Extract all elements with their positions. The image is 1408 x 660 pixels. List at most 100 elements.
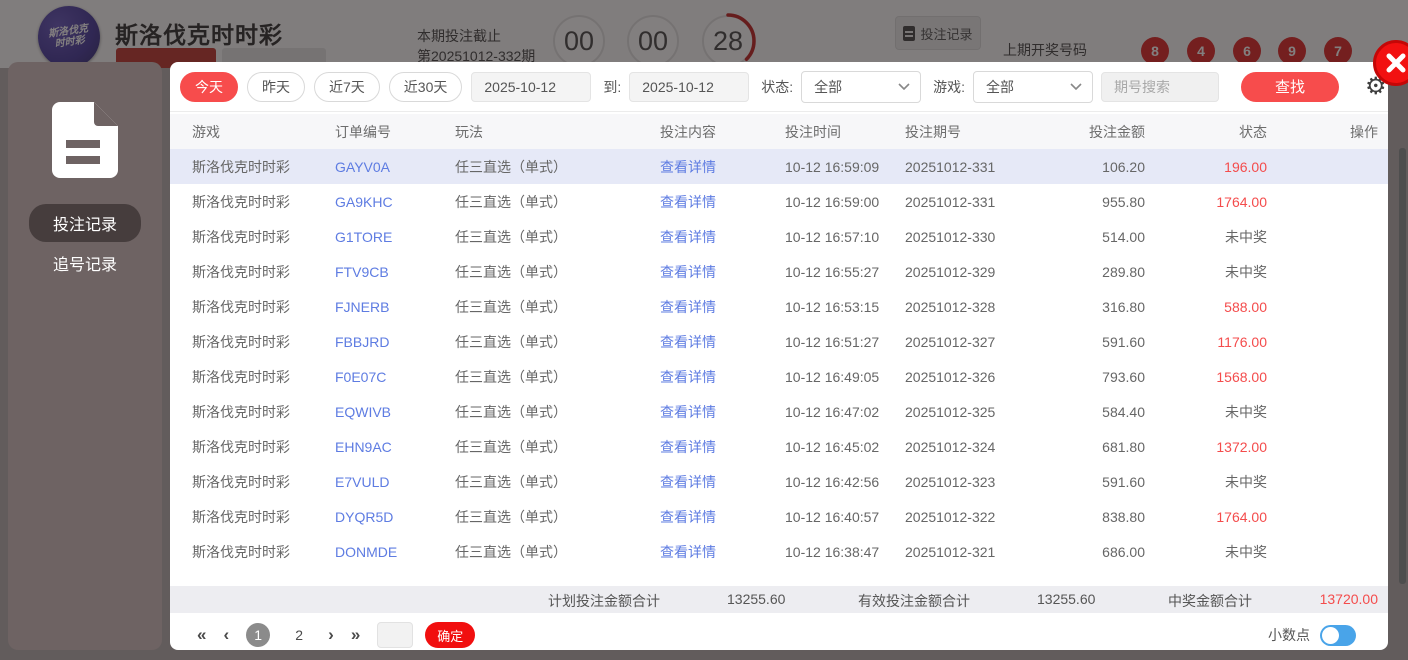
cell-view-detail-link[interactable]: 查看详情 [660, 507, 785, 527]
decimal-toggle-switch[interactable] [1320, 624, 1356, 646]
page-scrollbar[interactable] [1399, 148, 1406, 584]
record-row: 斯洛伐克时时彩 GAYV0A 任三直选（单式） 查看详情 10-12 16:59… [170, 149, 1388, 184]
game-filter-label: 游戏: [933, 78, 966, 95]
cell-order-link[interactable]: EQWIVB [335, 404, 455, 420]
cell-game: 斯洛伐克时时彩 [192, 333, 290, 350]
cell-amount: 681.80 [1102, 438, 1145, 455]
cell-status: 1764.00 [1216, 508, 1267, 525]
cell-view-detail-link[interactable]: 查看详情 [660, 157, 785, 177]
record-row: 斯洛伐克时时彩 FTV9CB 任三直选（单式） 查看详情 10-12 16:55… [170, 254, 1388, 289]
record-row: 斯洛伐克时时彩 DYQR5D 任三直选（单式） 查看详情 10-12 16:40… [170, 499, 1388, 534]
cell-amount: 955.80 [1102, 193, 1145, 210]
cell-game: 斯洛伐克时时彩 [192, 228, 290, 245]
page-jump-input[interactable] [377, 622, 414, 648]
cell-time: 10-12 16:59:09 [785, 158, 880, 175]
next-page-button[interactable]: › [328, 625, 334, 645]
cell-period: 20251012-326 [905, 368, 996, 385]
cell-view-detail-link[interactable]: 查看详情 [660, 367, 785, 387]
cell-order-link[interactable]: DYQR5D [335, 509, 455, 525]
cell-game: 斯洛伐克时时彩 [192, 193, 290, 210]
planned-total-label: 计划投注金额合计 [548, 593, 660, 609]
record-row: 斯洛伐克时时彩 DONMDE 任三直选（单式） 查看详情 10-12 16:38… [170, 534, 1388, 569]
cell-status: 1176.00 [1217, 333, 1267, 350]
record-row: 斯洛伐克时时彩 GA9KHC 任三直选（单式） 查看详情 10-12 16:59… [170, 184, 1388, 219]
cell-play: 任三直选（单式） [455, 508, 567, 525]
last-page-button[interactable]: » [351, 625, 360, 645]
cell-view-detail-link[interactable]: 查看详情 [660, 227, 785, 247]
record-row: 斯洛伐克时时彩 FBBJRD 任三直选（单式） 查看详情 10-12 16:51… [170, 324, 1388, 359]
cell-play: 任三直选（单式） [455, 543, 567, 560]
search-button[interactable]: 查找 [1241, 71, 1340, 102]
cell-time: 10-12 16:38:47 [785, 543, 880, 560]
first-page-button[interactable]: « [197, 625, 206, 645]
date-to-input[interactable]: 2025-10-12 [629, 71, 750, 102]
cell-play: 任三直选（单式） [455, 298, 567, 315]
cell-order-link[interactable]: EHN9AC [335, 439, 455, 455]
cell-time: 10-12 16:59:00 [785, 193, 880, 210]
page-2-button[interactable]: 2 [287, 627, 311, 643]
cell-time: 10-12 16:42:56 [785, 473, 880, 490]
bet-record-icon [52, 102, 118, 178]
cell-game: 斯洛伐克时时彩 [192, 263, 290, 280]
cell-play: 任三直选（单式） [455, 438, 567, 455]
page-1-button[interactable]: 1 [246, 623, 271, 647]
cell-view-detail-link[interactable]: 查看详情 [660, 437, 785, 457]
cell-amount: 316.80 [1102, 298, 1145, 315]
range-yesterday-button[interactable]: 昨天 [247, 71, 305, 102]
decimal-toggle-label: 小数点 [1268, 627, 1310, 643]
prev-page-button[interactable]: ‹ [223, 625, 229, 645]
cell-period: 20251012-331 [905, 158, 996, 175]
game-select[interactable]: 全部 [973, 70, 1094, 103]
cell-order-link[interactable]: G1TORE [335, 229, 455, 245]
status-select-value: 全部 [814, 78, 843, 95]
cell-play: 任三直选（单式） [455, 368, 567, 385]
cell-amount: 514.00 [1102, 228, 1145, 245]
sidebar-item-chase-records[interactable]: 追号记录 [29, 244, 141, 282]
record-row: 斯洛伐克时时彩 E7VULD 任三直选（单式） 查看详情 10-12 16:42… [170, 464, 1388, 499]
records-sidebar: 投注记录 追号记录 [8, 62, 162, 650]
cell-view-detail-link[interactable]: 查看详情 [660, 262, 785, 282]
cell-play: 任三直选（单式） [455, 263, 567, 280]
record-row: 斯洛伐克时时彩 FJNERB 任三直选（单式） 查看详情 10-12 16:53… [170, 289, 1388, 324]
game-select-value: 全部 [986, 78, 1015, 95]
page-jump-confirm-button[interactable]: 确定 [425, 622, 476, 648]
period-search-input[interactable] [1101, 71, 1220, 102]
cell-time: 10-12 16:53:15 [785, 298, 880, 315]
range-30days-button[interactable]: 近30天 [388, 71, 463, 102]
cell-view-detail-link[interactable]: 查看详情 [660, 192, 785, 212]
cell-view-detail-link[interactable]: 查看详情 [660, 402, 785, 422]
cell-order-link[interactable]: FTV9CB [335, 264, 455, 280]
cell-order-link[interactable]: GAYV0A [335, 159, 455, 175]
col-period: 投注期号 [905, 123, 961, 140]
cell-status: 588.00 [1224, 298, 1267, 315]
cell-amount: 591.60 [1102, 473, 1145, 490]
cell-view-detail-link[interactable]: 查看详情 [660, 332, 785, 352]
cell-view-detail-link[interactable]: 查看详情 [660, 542, 785, 562]
range-today-button[interactable]: 今天 [180, 71, 238, 102]
date-from-input[interactable]: 2025-10-12 [471, 71, 592, 102]
cell-period: 20251012-324 [905, 438, 996, 455]
cell-time: 10-12 16:55:27 [785, 263, 880, 280]
cell-amount: 793.60 [1102, 368, 1145, 385]
cell-order-link[interactable]: FBBJRD [335, 334, 455, 350]
sidebar-item-bet-records[interactable]: 投注记录 [28, 204, 142, 242]
cell-view-detail-link[interactable]: 查看详情 [660, 297, 785, 317]
cell-status: 1568.00 [1216, 368, 1267, 385]
cell-order-link[interactable]: F0E07C [335, 369, 455, 385]
cell-order-link[interactable]: DONMDE [335, 544, 455, 560]
cell-order-link[interactable]: FJNERB [335, 299, 455, 315]
cell-period: 20251012-323 [905, 473, 996, 490]
cell-amount: 838.80 [1102, 508, 1145, 525]
cell-game: 斯洛伐克时时彩 [192, 368, 290, 385]
cell-view-detail-link[interactable]: 查看详情 [660, 472, 785, 492]
summary-bar: 计划投注金额合计 13255.60 有效投注金额合计 13255.60 中奖金额… [170, 586, 1388, 613]
status-select[interactable]: 全部 [801, 70, 922, 103]
cell-order-link[interactable]: E7VULD [335, 474, 455, 490]
col-status: 状态 [1239, 123, 1267, 140]
toggle-knob [1322, 626, 1339, 644]
cell-status: 未中奖 [1225, 473, 1267, 490]
cell-order-link[interactable]: GA9KHC [335, 194, 455, 210]
range-7days-button[interactable]: 近7天 [314, 71, 380, 102]
cell-period: 20251012-321 [905, 543, 996, 560]
cell-game: 斯洛伐克时时彩 [192, 473, 290, 490]
